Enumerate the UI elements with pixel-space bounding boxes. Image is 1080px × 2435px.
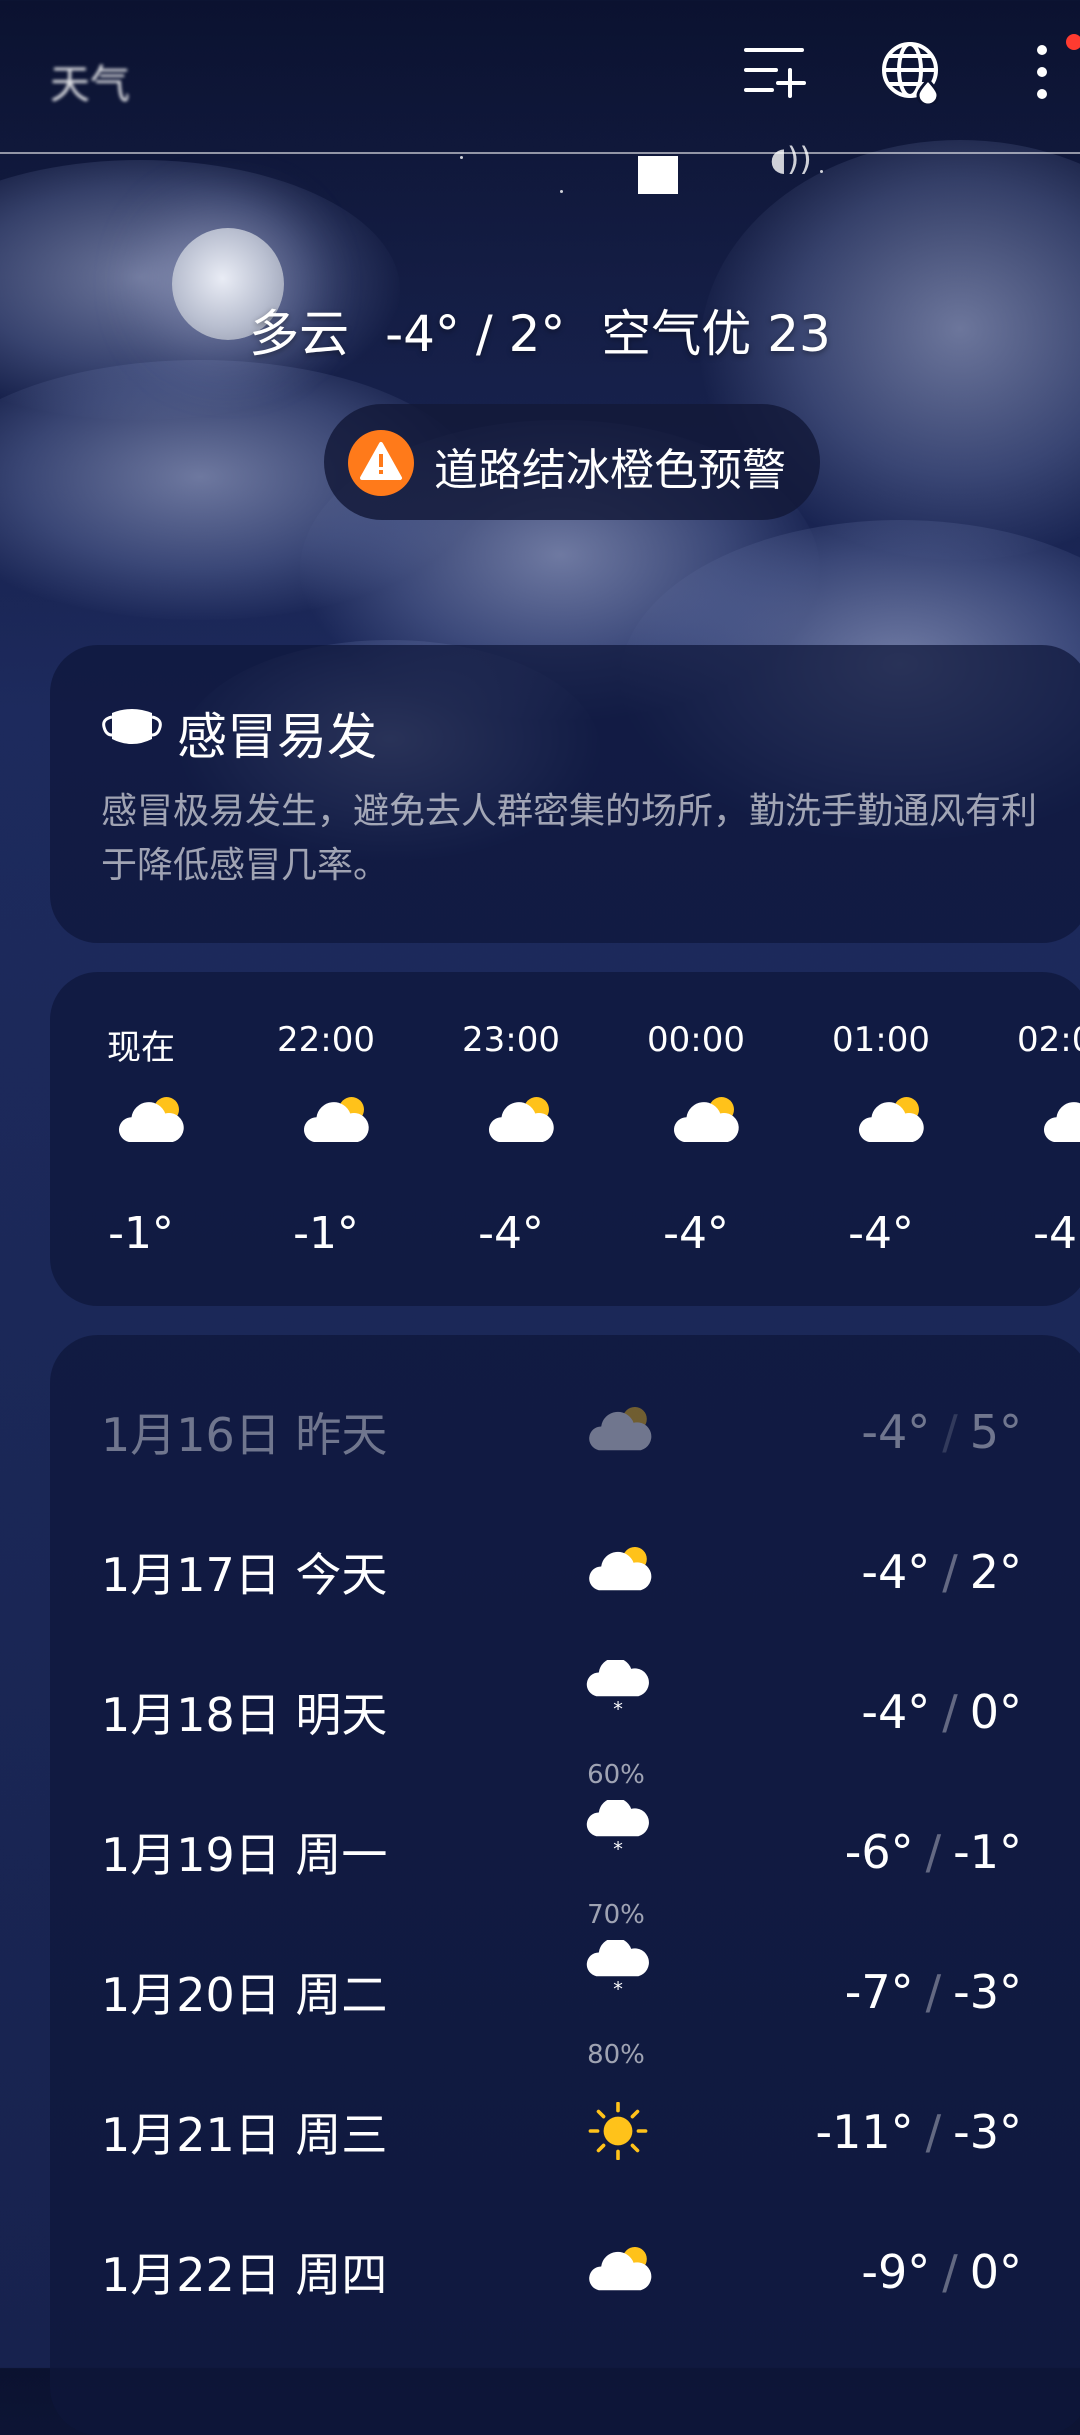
daily-forecast-card[interactable]: 1月16日 昨天 -4°/5° 1月17日 今天 -4°/2° 1月18日 明天 * 60%… xyxy=(50,1335,1080,2435)
alert-label: 道路结冰橙色预警 xyxy=(434,445,786,496)
hour-time: 23:00 xyxy=(462,1020,560,1060)
daily-row[interactable]: 1月20日 周二 * 80% -7° / -3° xyxy=(50,1922,1080,2070)
day-temp-range: -9°/0° xyxy=(861,2245,1022,2299)
high-temp: 0° xyxy=(969,2245,1022,2299)
daily-row[interactable]: 1月19日 周一 * 70% -6° / -1° xyxy=(50,1782,1080,1930)
voice-broadcast-icon[interactable]: ◖)) xyxy=(770,140,812,178)
aqi-text[interactable]: 空气优 23 xyxy=(601,305,831,363)
svg-text:*: * xyxy=(613,1697,623,1718)
hour-temp: -4° xyxy=(478,1208,544,1259)
temp-range-text: -4° / 2° xyxy=(385,305,566,363)
hour-temp: -1° xyxy=(293,1208,359,1259)
hour-time: 22:00 xyxy=(277,1020,375,1060)
partly-cloudy-night-icon xyxy=(851,1092,927,1156)
hour-time: 02:00 xyxy=(1017,1020,1080,1060)
daily-row[interactable]: 1月21日 周三 -11° / -3° xyxy=(50,2062,1080,2202)
low-temp: -7° xyxy=(844,1965,914,2019)
day-temp-range: -4°/2° xyxy=(861,1545,1022,1599)
day-temp-range: -11° / -3° xyxy=(815,2105,1022,2159)
warning-icon xyxy=(348,430,414,496)
day-label: 1月16日 昨天 xyxy=(101,1408,388,1462)
high-temp: 0° xyxy=(969,1685,1022,1739)
mask-icon xyxy=(102,709,162,744)
snow-icon: * xyxy=(582,1937,654,2002)
low-temp: -4° xyxy=(861,1545,931,1599)
daily-row[interactable]: 1月22日 周四 -9°/0° xyxy=(50,2202,1080,2342)
high-temp: 5° xyxy=(969,1405,1022,1459)
current-summary: 多云 -4° / 2° 空气优 23 xyxy=(0,294,1080,366)
low-temp: -9° xyxy=(861,2245,931,2299)
temperature-fragment xyxy=(638,156,678,194)
sunny-icon xyxy=(582,2101,654,2164)
day-label: 1月19日 周一 xyxy=(101,1828,388,1882)
day-label: 1月18日 明天 xyxy=(101,1688,388,1742)
low-temp: -4° xyxy=(861,1405,931,1459)
day-temp-range: -7° / -3° xyxy=(844,1965,1022,2019)
weather-alert-pill[interactable]: 道路结冰橙色预警 xyxy=(324,404,820,520)
hour-time: 现在 xyxy=(107,1028,175,1068)
hour-time: 00:00 xyxy=(647,1020,745,1060)
daily-row[interactable]: 1月18日 明天 * 60% -4°/0° xyxy=(50,1642,1080,1790)
city-name[interactable]: 天气 xyxy=(50,52,130,110)
hour-time: 01:00 xyxy=(832,1020,930,1060)
tip-title: 感冒易发 xyxy=(177,708,377,766)
partly-cloudy-night-icon xyxy=(111,1092,187,1156)
add-city-icon[interactable] xyxy=(742,40,806,104)
day-temp-range: -6° / -1° xyxy=(844,1825,1022,1879)
condition-text: 多云 xyxy=(249,305,350,363)
high-temp: -3° xyxy=(953,1965,1022,2019)
low-temp: -6° xyxy=(844,1825,914,1879)
partly-cloudy-night-icon xyxy=(1036,1092,1080,1156)
day-label: 1月22日 周四 xyxy=(101,2248,388,2302)
partly-cloudy-icon xyxy=(582,1542,654,1604)
daily-row[interactable]: 1月16日 昨天 -4°/5° xyxy=(50,1362,1080,1502)
high-temp: 2° xyxy=(969,1545,1022,1599)
partly-cloudy-icon xyxy=(582,1402,654,1464)
day-label: 1月20日 周二 xyxy=(101,1968,388,2022)
high-temp: -3° xyxy=(953,2105,1022,2159)
tip-description: 感冒极易发生，避免去人群密集的场所，勤洗手勤通风有利于降低感冒几率。 xyxy=(101,791,1038,886)
svg-text:*: * xyxy=(613,1837,623,1858)
cold-tip-card[interactable]: 感冒易发 感冒极易发生，避免去人群密集的场所，勤洗手勤通风有利于降低感冒几率。 xyxy=(50,645,1080,943)
snow-icon: * xyxy=(582,1657,654,1722)
more-icon[interactable] xyxy=(1010,40,1074,104)
hour-temp: -4° xyxy=(848,1208,914,1259)
partly-cloudy-night-icon xyxy=(481,1092,557,1156)
svg-text:*: * xyxy=(613,1977,623,1998)
snow-icon: * xyxy=(582,1797,654,1862)
notification-dot xyxy=(1066,34,1080,50)
partly-cloudy-night-icon xyxy=(666,1092,742,1156)
globe-icon[interactable] xyxy=(880,40,944,104)
low-temp: -11° xyxy=(815,2105,914,2159)
day-temp-range: -4°/0° xyxy=(861,1685,1022,1739)
hour-temp: -4° xyxy=(1033,1208,1080,1259)
daily-row[interactable]: 1月17日 今天 -4°/2° xyxy=(50,1502,1080,1642)
partly-cloudy-night-icon xyxy=(296,1092,372,1156)
hour-temp: -4° xyxy=(663,1208,729,1259)
top-bar: 天气 xyxy=(0,0,1080,154)
day-label: 1月21日 周三 xyxy=(101,2108,388,2162)
hour-temp: -1° xyxy=(108,1208,174,1259)
high-temp: -1° xyxy=(953,1825,1022,1879)
partly-cloudy-icon xyxy=(582,2242,654,2304)
low-temp: -4° xyxy=(861,1685,931,1739)
hourly-forecast-card[interactable]: 现在 -1° 22:00 -1° 23:00 -4° 00:00 -4° 01:00 -4° 02:… xyxy=(50,972,1080,1306)
day-temp-range: -4°/5° xyxy=(861,1405,1022,1459)
day-label: 1月17日 今天 xyxy=(101,1548,388,1602)
